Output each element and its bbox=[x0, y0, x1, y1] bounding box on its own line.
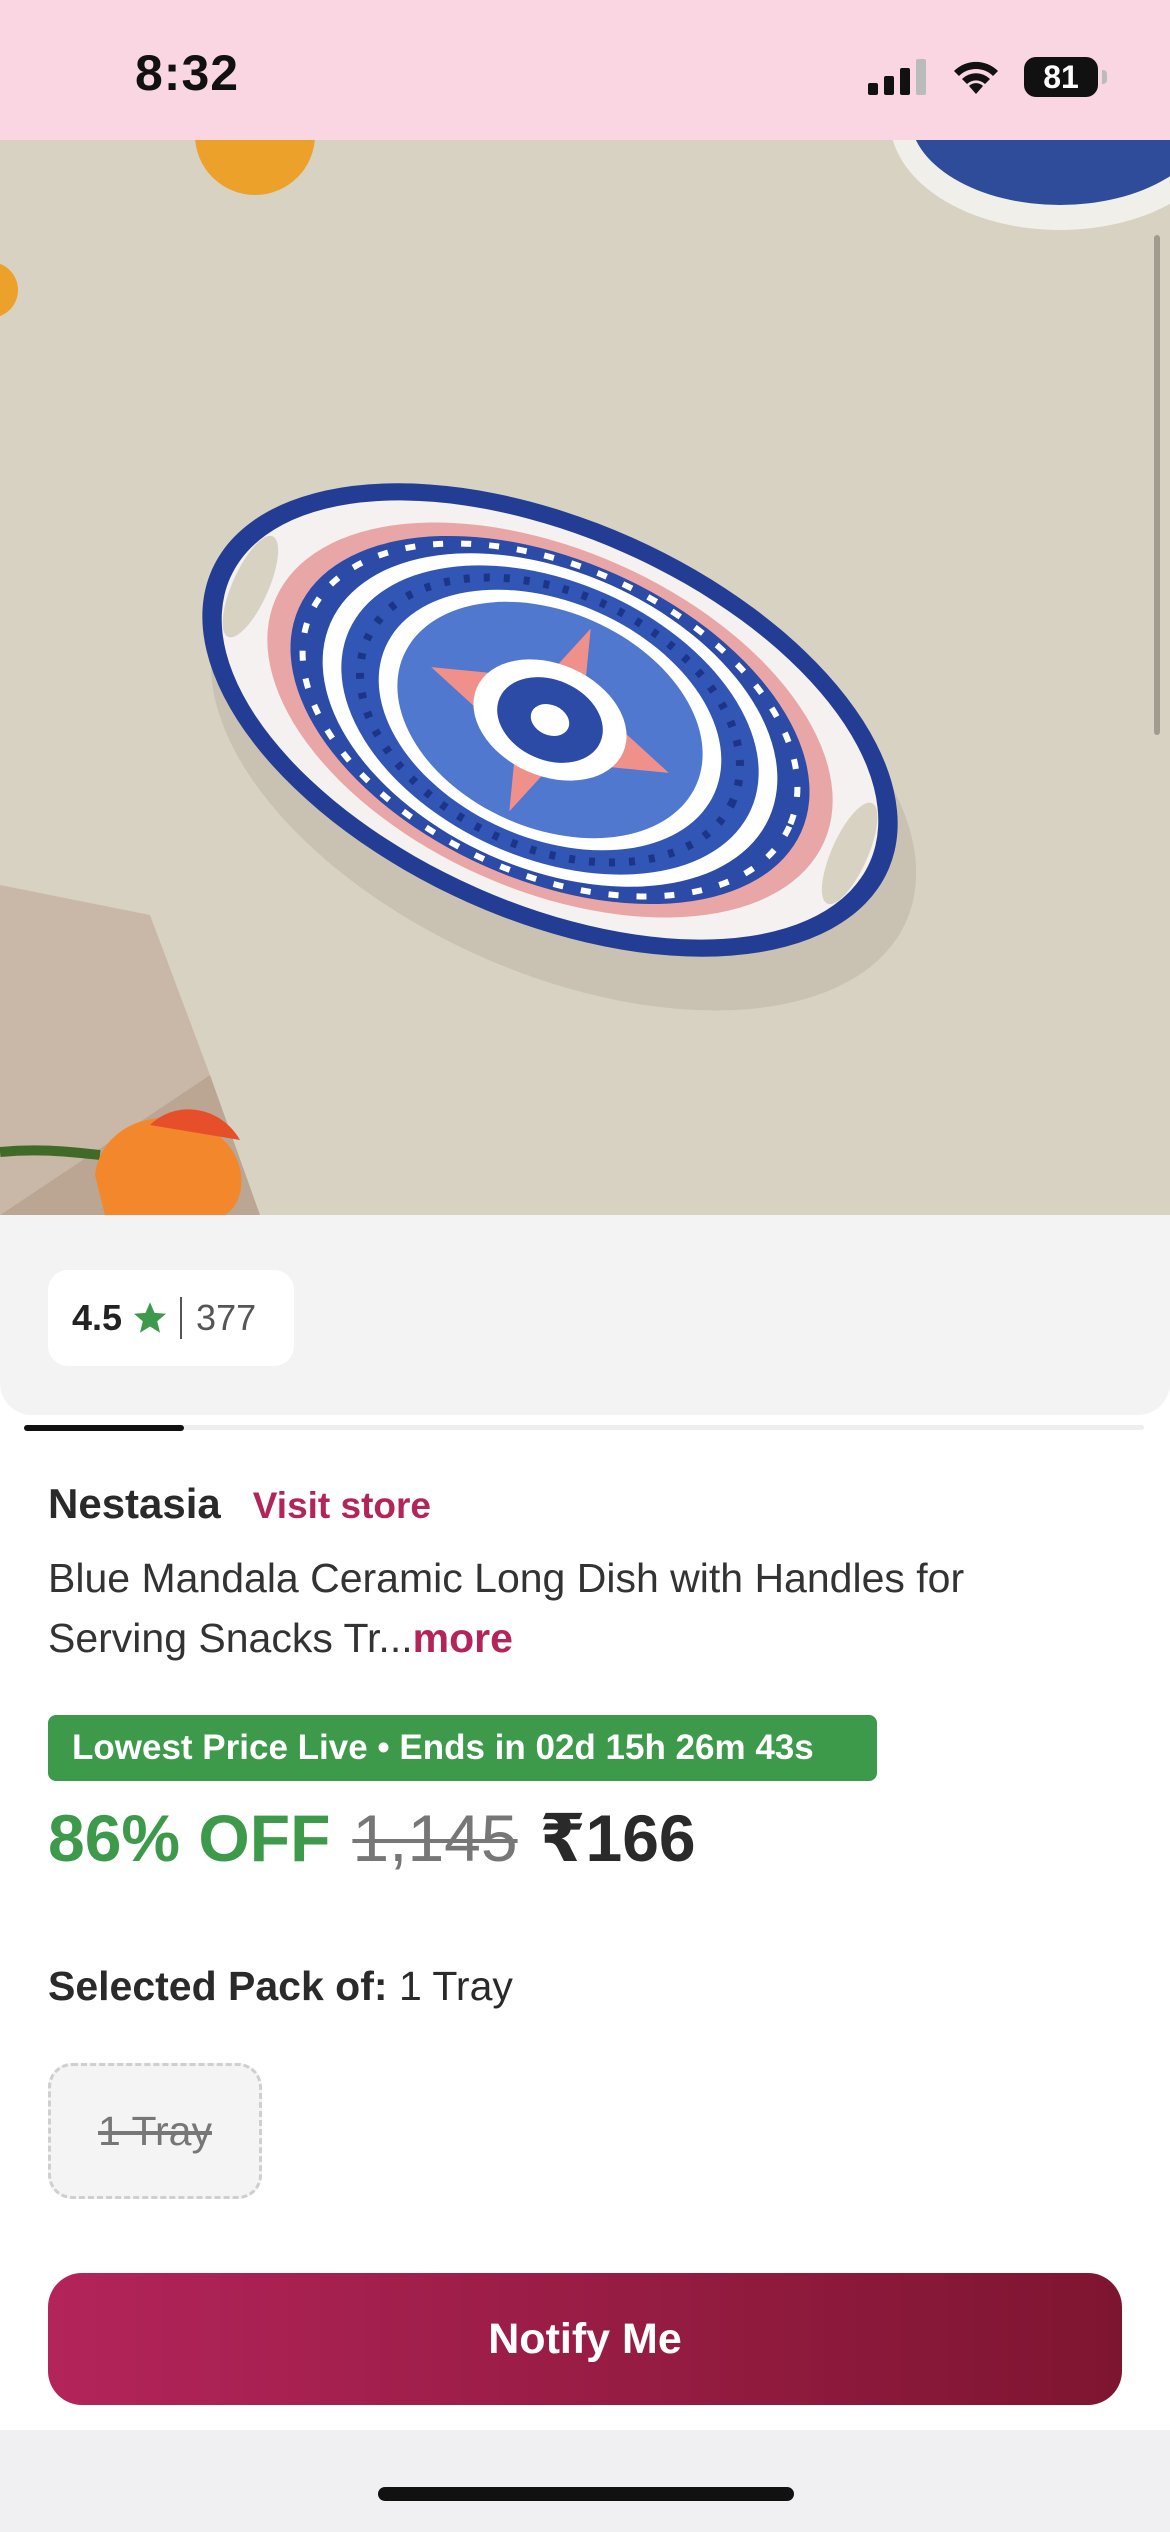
image-scroll-indicator bbox=[1154, 235, 1160, 735]
original-price: 1,145 bbox=[352, 1801, 518, 1875]
discount-percent: 86% OFF bbox=[48, 1801, 331, 1875]
visit-store-link[interactable]: Visit store bbox=[253, 1485, 431, 1527]
star-icon bbox=[133, 1302, 167, 1333]
pack-label-title: Selected Pack of: bbox=[48, 1963, 388, 2009]
pack-option-1-tray[interactable]: 1 Tray bbox=[48, 2063, 262, 2199]
status-icons: 81 bbox=[868, 52, 1107, 102]
notify-me-button[interactable]: Notify Me bbox=[48, 2273, 1122, 2405]
product-title: Blue Mandala Ceramic Long Dish with Hand… bbox=[48, 1548, 1108, 1668]
rating-value: 4.5 bbox=[72, 1297, 123, 1338]
rating-count: 377 bbox=[196, 1297, 257, 1338]
more-link[interactable]: more bbox=[413, 1615, 513, 1661]
signal-icon bbox=[868, 59, 926, 95]
sale-price: ₹166 bbox=[539, 1801, 696, 1875]
rating-chip[interactable]: 4.5 377 bbox=[48, 1270, 294, 1366]
status-time: 8:32 bbox=[135, 45, 240, 101]
battery-icon: 81 bbox=[1024, 57, 1107, 97]
bottom-bar bbox=[0, 2430, 1170, 2532]
battery-level: 81 bbox=[1043, 58, 1079, 95]
product-photo bbox=[0, 140, 1170, 1215]
deal-banner: Lowest Price Live • Ends in 02d 15h 26m … bbox=[48, 1715, 877, 1781]
product-image[interactable] bbox=[0, 140, 1170, 1215]
status-bar: 8:32 81 bbox=[0, 0, 1170, 140]
home-indicator[interactable] bbox=[378, 2487, 794, 2501]
brand-row: Nestasia Visit store bbox=[48, 1480, 431, 1528]
pack-selected-value: 1 Tray bbox=[398, 1963, 513, 2009]
carousel-progress-track bbox=[24, 1425, 1144, 1431]
wifi-icon bbox=[954, 61, 998, 94]
brand-name[interactable]: Nestasia bbox=[48, 1480, 221, 1528]
price-row: 86% OFF 1,145 ₹166 bbox=[48, 1800, 696, 1877]
rating-divider bbox=[180, 1297, 183, 1339]
rating-area: 4.5 377 bbox=[0, 1215, 1170, 1415]
pack-label: Selected Pack of: 1 Tray bbox=[48, 1963, 513, 2010]
carousel-progress-indicator bbox=[24, 1425, 184, 1431]
